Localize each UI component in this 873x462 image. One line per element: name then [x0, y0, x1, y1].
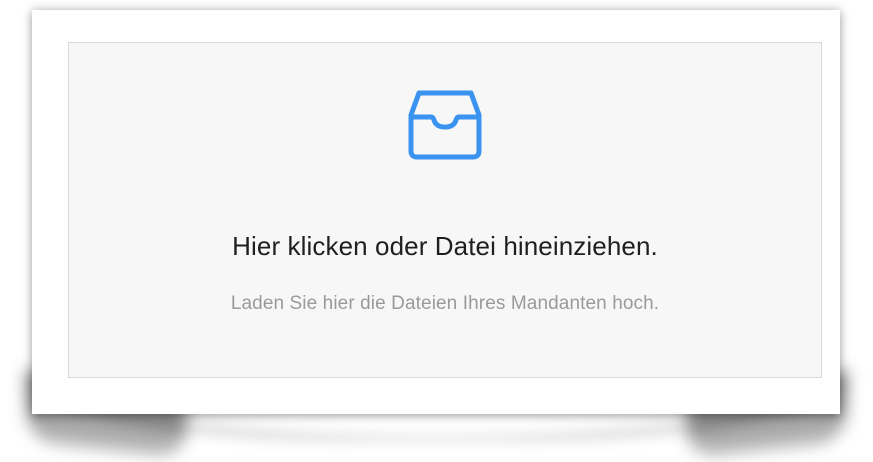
- upload-card: Hier klicken oder Datei hineinziehen. La…: [32, 10, 840, 414]
- file-dropzone[interactable]: Hier klicken oder Datei hineinziehen. La…: [68, 42, 822, 378]
- dropzone-hint: Laden Sie hier die Dateien Ihres Mandant…: [230, 293, 660, 314]
- inbox-icon: [407, 87, 483, 163]
- dropzone-title: Hier klicken oder Datei hineinziehen.: [232, 231, 658, 261]
